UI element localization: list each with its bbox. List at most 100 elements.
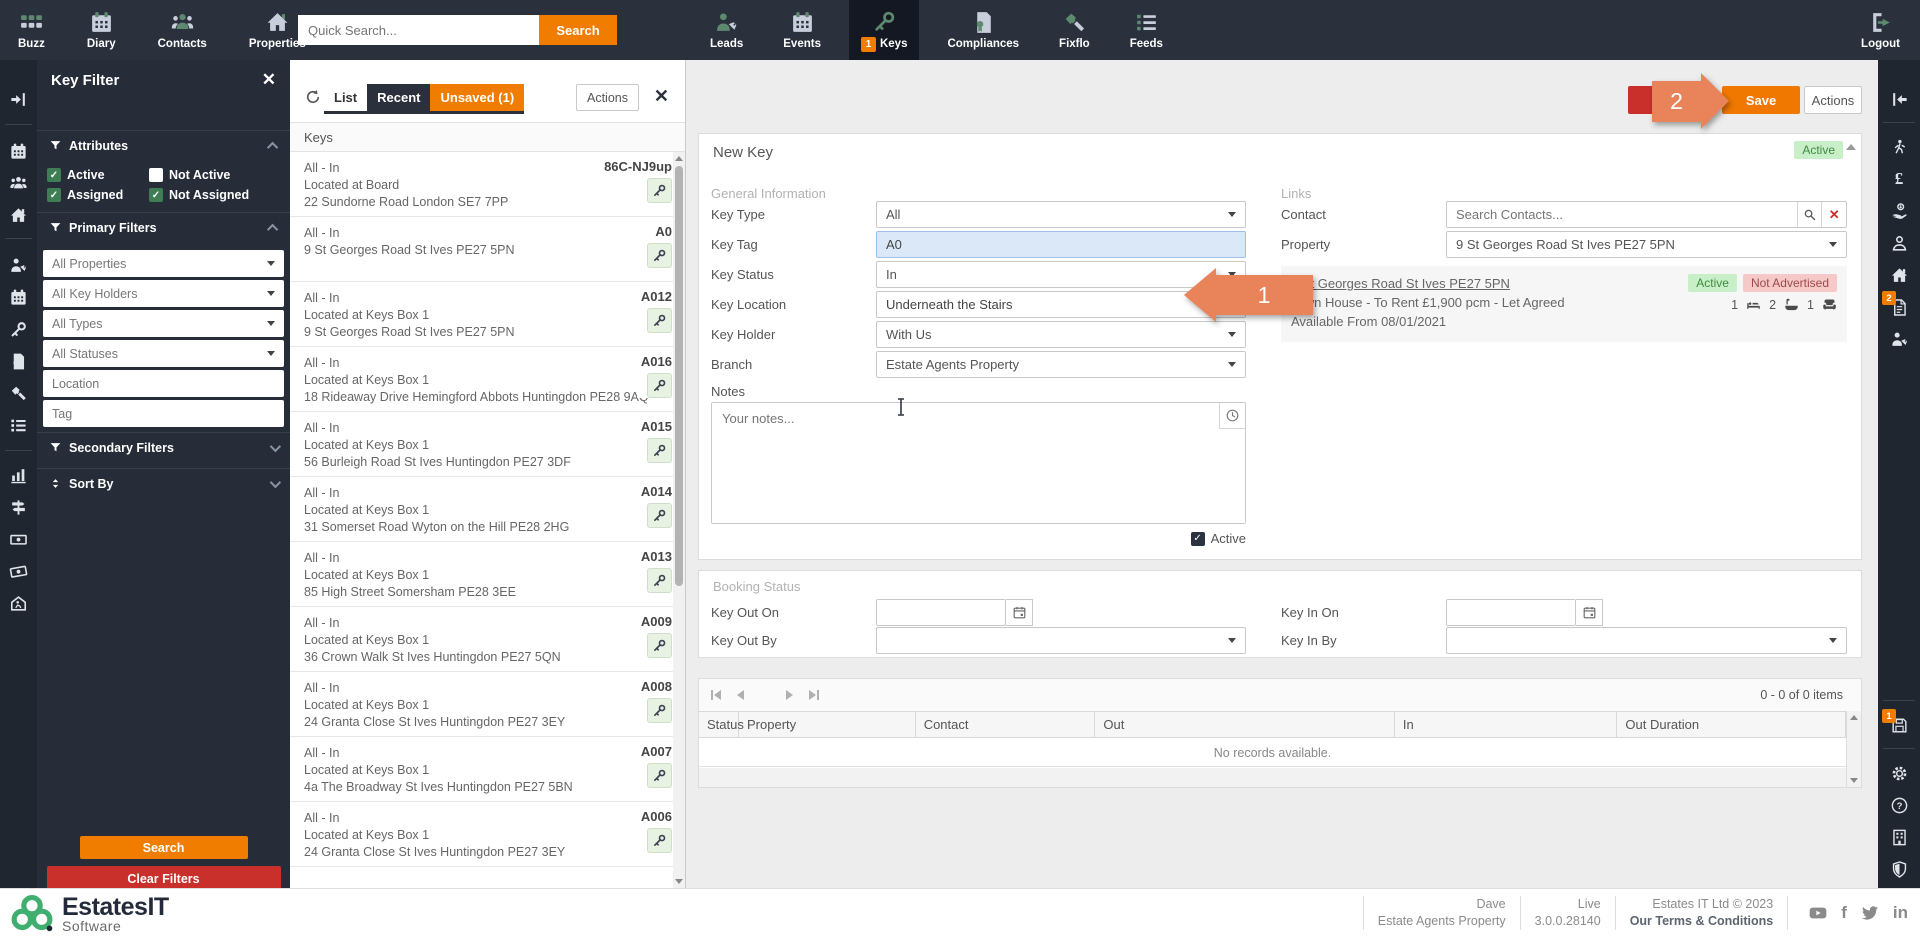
rail-save-icon[interactable]: 1: [1888, 714, 1910, 736]
nav-item-contacts[interactable]: Contacts: [146, 0, 219, 60]
refresh-icon[interactable]: [304, 88, 322, 106]
list-item[interactable]: All - In Located at Keys Box 1 31 Somers…: [290, 477, 685, 542]
checkbox-not-active[interactable]: Not Active: [149, 168, 230, 182]
pagination-first-button[interactable]: [711, 690, 721, 700]
tab-unsaved[interactable]: Unsaved (1): [430, 84, 524, 111]
key-holder-select[interactable]: With Us: [876, 321, 1246, 348]
nav-item-fixflo[interactable]: Fixflo: [1047, 0, 1102, 60]
all-key-holders-select[interactable]: All Key Holders: [43, 280, 284, 307]
close-filter-icon[interactable]: ✕: [262, 70, 276, 90]
twitter-icon[interactable]: [1860, 903, 1880, 923]
pagination-last-button[interactable]: [809, 690, 819, 700]
scroll-up-icon[interactable]: [1850, 715, 1858, 720]
rail-properties-icon[interactable]: [8, 204, 30, 226]
attributes-section-header[interactable]: Attributes: [37, 130, 290, 160]
table-column-in[interactable]: In: [1395, 712, 1618, 737]
list-item[interactable]: All - In Located at Keys Box 1 18 Rideaw…: [290, 347, 685, 412]
key-tag-input[interactable]: [886, 237, 1236, 252]
property-link[interactable]: 9 St Georges Road St Ives PE27 5PN: [1291, 274, 1688, 293]
tag-input[interactable]: [52, 407, 275, 421]
table-column-out-duration[interactable]: Out Duration: [1617, 712, 1846, 737]
key-in-on-calendar-button[interactable]: [1576, 599, 1603, 626]
rail-notes-icon[interactable]: 2: [1888, 296, 1910, 318]
checkbox-assigned[interactable]: ✓Assigned: [47, 188, 123, 202]
list-scrollbar[interactable]: [673, 152, 685, 888]
table-column-status[interactable]: Status: [699, 712, 739, 737]
rail-leads-icon[interactable]: [8, 254, 30, 276]
key-type-select[interactable]: All: [876, 201, 1246, 228]
rail-pound-icon[interactable]: £: [1888, 168, 1910, 190]
rail-contacts-icon[interactable]: [8, 172, 30, 194]
collapse-panel-icon[interactable]: [8, 88, 30, 110]
property-select[interactable]: 9 St Georges Road St Ives PE27 5PN: [1446, 231, 1847, 258]
key-out-by-select[interactable]: [876, 627, 1246, 654]
table-column-property[interactable]: Property: [739, 712, 916, 737]
list-item[interactable]: All - In Located at Board 22 Sundorne Ro…: [290, 152, 685, 217]
list-actions-button[interactable]: Actions: [576, 84, 639, 111]
close-list-icon[interactable]: ✕: [654, 86, 669, 107]
scroll-down-icon[interactable]: [675, 879, 683, 884]
list-item[interactable]: All - In Located at Keys Box 1 36 Crown …: [290, 607, 685, 672]
privacy-shield-icon[interactable]: [1888, 858, 1910, 880]
nav-item-feeds[interactable]: Feeds: [1118, 0, 1175, 60]
rail-reports-icon[interactable]: [8, 464, 30, 486]
table-vscrollbar[interactable]: [1846, 711, 1861, 787]
facebook-icon[interactable]: f: [1841, 903, 1847, 923]
list-item[interactable]: All - In Located at Keys Box 1 9 St Geor…: [290, 282, 685, 347]
nav-item-leads[interactable]: Leads: [698, 0, 755, 60]
secondary-filters-section-header[interactable]: Secondary Filters: [37, 432, 290, 462]
rail-feeds-icon[interactable]: [8, 414, 30, 436]
scroll-down-icon[interactable]: [1850, 778, 1858, 783]
location-input[interactable]: [52, 377, 275, 391]
rail-walker-icon[interactable]: [1888, 136, 1910, 158]
contact-search-button[interactable]: [1797, 202, 1822, 227]
brand-logo[interactable]: EstatesIT Software: [10, 894, 169, 933]
table-column-contact[interactable]: Contact: [916, 712, 1096, 737]
terms-link[interactable]: Our Terms & Conditions: [1630, 913, 1774, 930]
all-properties-select[interactable]: All Properties: [43, 250, 284, 277]
list-item[interactable]: All - In Located at Keys Box 1 4a The Br…: [290, 737, 685, 802]
list-item[interactable]: All - In Located at Keys Box 1 56 Burlei…: [290, 412, 685, 477]
key-in-on-input[interactable]: [1456, 605, 1566, 620]
nav-item-compliances[interactable]: Compliances: [935, 0, 1031, 60]
table-hscrollbar[interactable]: [699, 768, 1846, 787]
actions-button[interactable]: Actions: [1804, 86, 1862, 114]
checkbox-active[interactable]: ✓Active: [47, 168, 105, 182]
key-in-by-select[interactable]: [1446, 627, 1847, 654]
sort-by-section-header[interactable]: Sort By: [37, 468, 290, 498]
quick-search-button[interactable]: Search: [539, 15, 617, 45]
rail-boards-icon[interactable]: [8, 496, 30, 518]
nav-item-diary[interactable]: Diary: [75, 0, 128, 60]
contact-clear-button[interactable]: ✕: [1821, 202, 1846, 227]
rail-contact-icon[interactable]: [1888, 232, 1910, 254]
list-item[interactable]: All - In 9 St Georges Road St Ives PE27 …: [290, 217, 685, 282]
rail-fixflo-icon[interactable]: [8, 382, 30, 404]
branch-select[interactable]: Estate Agents Property: [876, 351, 1246, 378]
collapse-panel-icon[interactable]: [1846, 144, 1856, 150]
key-out-on-calendar-button[interactable]: [1006, 599, 1033, 626]
logout-button[interactable]: Logout: [1849, 0, 1912, 60]
primary-filters-section-header[interactable]: Primary Filters: [37, 212, 290, 242]
tab-recent[interactable]: Recent: [367, 84, 430, 111]
quick-search-input[interactable]: [298, 15, 539, 45]
rail-viewings-icon[interactable]: [8, 592, 30, 614]
nav-item-events[interactable]: Events: [771, 0, 833, 60]
help-icon[interactable]: [1888, 794, 1910, 816]
notes-history-button[interactable]: [1219, 403, 1245, 429]
active-checkbox-row[interactable]: ✓ Active: [711, 531, 1246, 546]
rail-applicant-icon[interactable]: [1888, 328, 1910, 350]
save-button[interactable]: Save: [1722, 86, 1800, 114]
nav-item-buzz[interactable]: Buzz: [6, 0, 57, 60]
collapse-panel-icon[interactable]: [1888, 88, 1910, 110]
settings-gear-icon[interactable]: [1888, 762, 1910, 784]
rail-sales-icon[interactable]: [8, 528, 30, 550]
notes-textarea[interactable]: [712, 403, 1245, 523]
list-item[interactable]: All - In Located at Keys Box 1 85 High S…: [290, 542, 685, 607]
rail-keys-icon[interactable]: [8, 318, 30, 340]
rail-payments-icon[interactable]: [1888, 200, 1910, 222]
checkbox-checked-icon[interactable]: ✓: [1191, 532, 1205, 546]
rail-diary-icon[interactable]: [8, 140, 30, 162]
rail-lettings-icon[interactable]: [8, 560, 30, 582]
scrollbar-thumb[interactable]: [675, 166, 683, 586]
rail-property-icon[interactable]: [1888, 264, 1910, 286]
